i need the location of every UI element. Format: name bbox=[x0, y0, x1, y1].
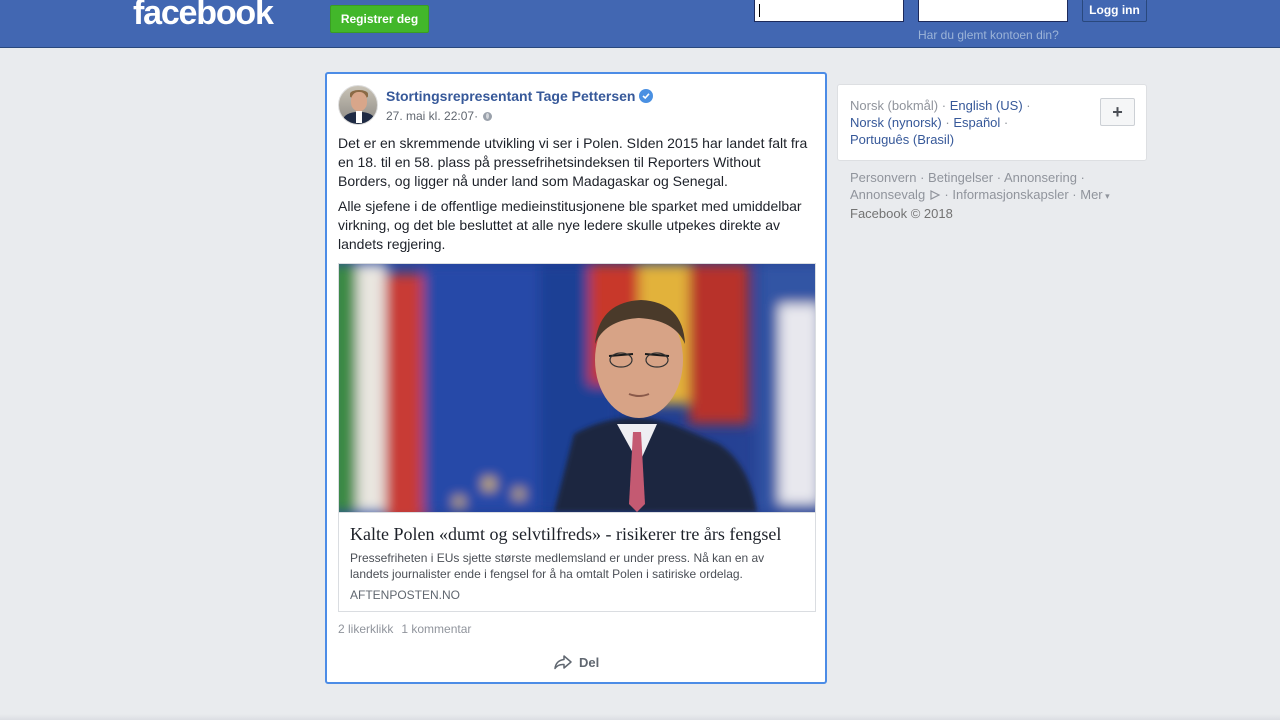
language-link[interactable]: English (US) bbox=[950, 98, 1023, 113]
author-avatar[interactable] bbox=[338, 85, 378, 125]
avatar-shirt bbox=[356, 111, 362, 123]
link-title[interactable]: Kalte Polen «dumt og selvtilfreds» - ris… bbox=[350, 523, 804, 545]
post-stats: 2 likerklikk 1 kommentar bbox=[338, 622, 471, 636]
author-row: Stortingsrepresentant Tage Pettersen bbox=[386, 88, 654, 104]
copyright-text: Facebook © 2018 bbox=[850, 206, 953, 221]
footer-link-betingelser[interactable]: Betingelser bbox=[928, 170, 993, 185]
post-text: Det er en skremmende utvikling vi ser i … bbox=[338, 134, 816, 260]
link-preview-body[interactable]: Kalte Polen «dumt og selvtilfreds» - ris… bbox=[339, 512, 815, 611]
link-domain: AFTENPOSTEN.NO bbox=[350, 588, 461, 602]
register-button[interactable]: Registrer deg bbox=[330, 5, 429, 33]
post-card: Stortingsrepresentant Tage Pettersen 27.… bbox=[325, 72, 827, 684]
share-label: Del bbox=[579, 654, 600, 670]
author-name-link[interactable]: Stortingsrepresentant Tage Pettersen bbox=[386, 88, 635, 104]
password-field[interactable] bbox=[918, 0, 1068, 22]
footer-link-annonsering[interactable]: Annonsering bbox=[1004, 170, 1077, 185]
footer-link-informasjonskapsler[interactable]: Informasjonskapsler bbox=[952, 187, 1068, 202]
footer-link-mer[interactable]: Mer bbox=[1080, 187, 1102, 202]
share-button[interactable]: Del bbox=[553, 654, 599, 670]
post-paragraph: Alle sjefene i de offentlige medieinstit… bbox=[338, 198, 802, 252]
language-selector-box: Norsk (bokmål) · English (US) · Norsk (n… bbox=[837, 84, 1147, 161]
comments-count-link[interactable]: 1 kommentar bbox=[401, 622, 471, 636]
language-link[interactable]: Español bbox=[953, 115, 1000, 130]
post-meta: 27. mai kl. 22:07 · bbox=[386, 109, 493, 123]
language-link[interactable]: Português (Brasil) bbox=[850, 132, 954, 147]
avatar-face bbox=[351, 92, 367, 111]
language-list: Norsk (bokmål) · English (US) · Norsk (n… bbox=[850, 98, 1031, 147]
footer-links: Personvern · Betingelser · Annonsering ·… bbox=[850, 170, 1110, 221]
bottom-strip bbox=[0, 714, 1280, 720]
link-preview-image[interactable] bbox=[339, 264, 815, 512]
link-preview[interactable]: Kalte Polen «dumt og selvtilfreds» - ris… bbox=[338, 263, 816, 612]
footer-link-personvern[interactable]: Personvern bbox=[850, 170, 916, 185]
language-link[interactable]: Norsk (nynorsk) bbox=[850, 115, 942, 130]
login-button[interactable]: Logg inn bbox=[1082, 0, 1147, 22]
globe-icon[interactable] bbox=[483, 111, 493, 121]
caret-down-icon: ▾ bbox=[1102, 191, 1110, 201]
verified-badge-icon bbox=[639, 89, 654, 103]
facebook-logo[interactable]: facebook bbox=[133, 0, 274, 33]
adchoices-icon bbox=[930, 190, 941, 200]
language-current: Norsk (bokmål) bbox=[850, 98, 939, 113]
footer-link-annonsevalg[interactable]: Annonsevalg bbox=[850, 187, 925, 202]
link-description: Pressefriheten i EUs sjette største medl… bbox=[350, 551, 765, 581]
post-paragraph: Det er en skremmende utvikling vi ser i … bbox=[338, 135, 808, 189]
meta-separator: · bbox=[474, 109, 479, 123]
text-cursor bbox=[759, 4, 760, 17]
likes-count-link[interactable]: 2 likerklikk bbox=[338, 622, 393, 636]
top-navigation-bar: facebook Registrer deg Logg inn Har du g… bbox=[0, 0, 1280, 48]
article-photo bbox=[339, 264, 815, 512]
share-icon bbox=[554, 655, 572, 670]
post-timestamp-link[interactable]: 27. mai kl. 22:07 bbox=[386, 109, 474, 123]
forgot-account-link[interactable]: Har du glemt kontoen din? bbox=[918, 28, 1059, 42]
email-field[interactable] bbox=[754, 0, 904, 22]
add-language-button[interactable]: + bbox=[1100, 98, 1135, 126]
